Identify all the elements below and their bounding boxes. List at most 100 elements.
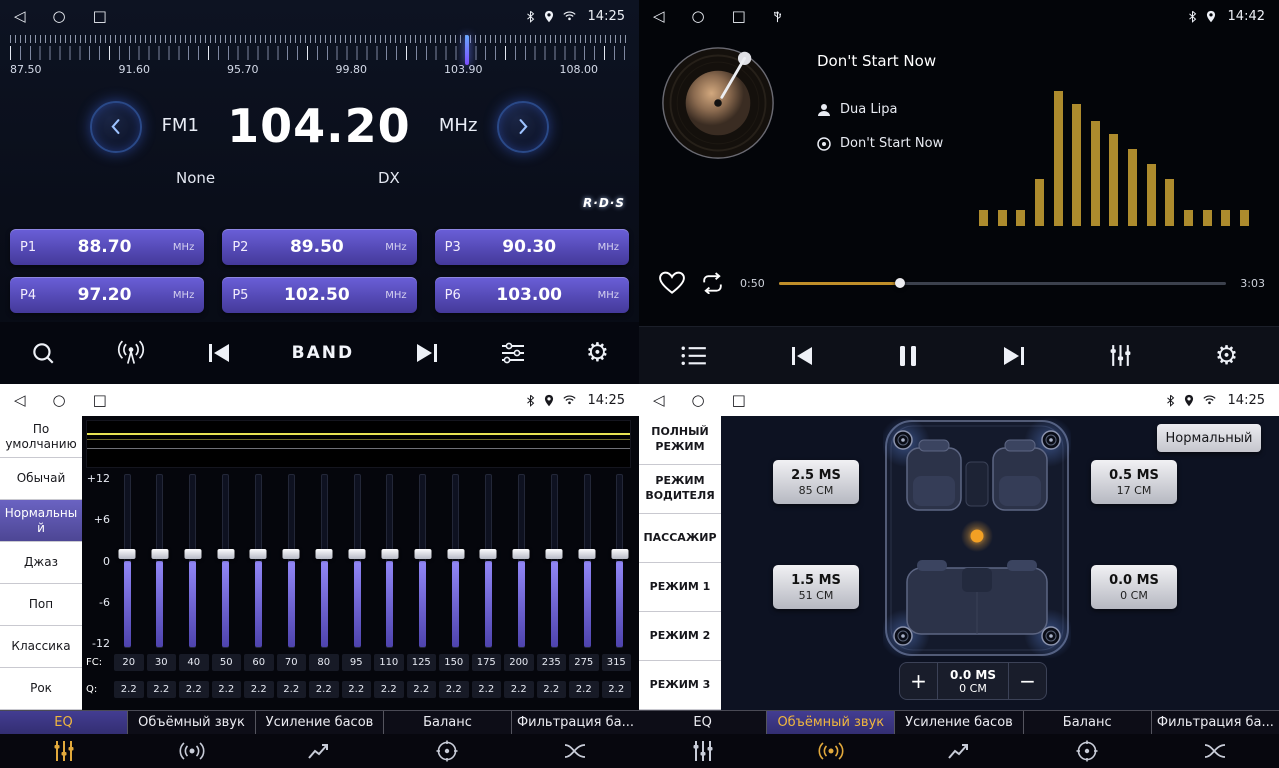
delay-decrease-button[interactable]: −: [1008, 663, 1046, 699]
tab-balance[interactable]: Баланс: [1024, 711, 1152, 734]
tab-surround-sound[interactable]: Объёмный звук: [767, 711, 895, 734]
scan-icon[interactable]: [30, 340, 56, 366]
surround-mode-item[interactable]: ПОЛНЫЙ РЕЖИМ: [639, 416, 721, 465]
balance-tab-icon[interactable]: [383, 734, 511, 768]
surround-mode-item[interactable]: РЕЖИМ 1: [639, 563, 721, 612]
eq-band-slider[interactable]: [346, 474, 368, 648]
recents-icon[interactable]: □: [732, 393, 746, 408]
prev-track-icon[interactable]: [789, 345, 815, 367]
back-icon[interactable]: ◁: [14, 393, 26, 408]
tuner-scale[interactable]: 87.5091.6095.7099.80103.90108.00: [10, 35, 629, 87]
preset-button-p5[interactable]: P5102.50MHz: [222, 277, 416, 313]
tab-bass-boost[interactable]: Усиление басов: [256, 711, 384, 734]
slider-handle[interactable]: [283, 549, 300, 559]
tune-up-button[interactable]: [497, 101, 549, 153]
eq-band-slider[interactable]: [609, 474, 631, 648]
bass-boost-tab-icon[interactable]: [256, 734, 384, 768]
tune-down-button[interactable]: [90, 101, 142, 153]
equalizer-icon[interactable]: [1108, 343, 1133, 368]
eq-band-slider[interactable]: [576, 474, 598, 648]
next-track-icon[interactable]: [1001, 345, 1027, 367]
broadcast-icon[interactable]: [116, 340, 146, 366]
slider-handle[interactable]: [513, 549, 530, 559]
band-button[interactable]: BAND: [292, 343, 354, 363]
back-icon[interactable]: ◁: [653, 393, 665, 408]
eq-band-slider[interactable]: [182, 474, 204, 648]
slider-handle[interactable]: [250, 549, 267, 559]
bass-boost-tab-icon[interactable]: [895, 734, 1023, 768]
recents-icon[interactable]: □: [93, 9, 107, 24]
delay-rear-left-button[interactable]: 1.5 MS 51 CM: [773, 565, 859, 609]
slider-handle[interactable]: [381, 549, 398, 559]
slider-handle[interactable]: [611, 549, 628, 559]
eq-band-slider[interactable]: [149, 474, 171, 648]
eq-band-slider[interactable]: [543, 474, 565, 648]
eq-band-slider[interactable]: [215, 474, 237, 648]
eq-preset-item[interactable]: Обычай: [0, 458, 82, 500]
eq-band-slider[interactable]: [280, 474, 302, 648]
slider-handle[interactable]: [546, 549, 563, 559]
tab-surround-sound[interactable]: Объёмный звук: [128, 711, 256, 734]
pause-icon[interactable]: [897, 344, 919, 368]
tab-eq[interactable]: EQ: [639, 711, 767, 734]
tab-eq[interactable]: EQ: [0, 711, 128, 734]
eq-preset-item[interactable]: По умолчанию: [0, 416, 82, 458]
slider-handle[interactable]: [316, 549, 333, 559]
eq-preset-item[interactable]: Нормальный: [0, 500, 82, 542]
recents-icon[interactable]: □: [93, 393, 107, 408]
seek-bar[interactable]: [779, 282, 1227, 285]
crossover-filter-tab-icon[interactable]: [1151, 734, 1279, 768]
preset-button-p2[interactable]: P289.50MHz: [222, 229, 416, 265]
eq-band-slider[interactable]: [477, 474, 499, 648]
slider-handle[interactable]: [184, 549, 201, 559]
surround-preset-button[interactable]: Нормальный: [1157, 424, 1261, 452]
settings-gear-icon[interactable]: ⚙: [586, 340, 609, 366]
eq-tab-icon[interactable]: [0, 734, 128, 768]
audio-settings-icon[interactable]: [500, 342, 526, 364]
tab-filter[interactable]: Фильтрация ба...: [512, 711, 639, 734]
eq-preset-item[interactable]: Рок: [0, 668, 82, 710]
slider-handle[interactable]: [447, 549, 464, 559]
balance-tab-icon[interactable]: [1023, 734, 1151, 768]
crossover-filter-tab-icon[interactable]: [511, 734, 639, 768]
repeat-icon[interactable]: [699, 272, 726, 295]
preset-button-p3[interactable]: P390.30MHz: [435, 229, 629, 265]
back-icon[interactable]: ◁: [14, 9, 26, 24]
delay-front-left-button[interactable]: 2.5 MS 85 CM: [773, 460, 859, 504]
seek-thumb[interactable]: [895, 278, 905, 288]
slider-handle[interactable]: [480, 549, 497, 559]
preset-button-p1[interactable]: P188.70MHz: [10, 229, 204, 265]
surround-mode-item[interactable]: РЕЖИМ ВОДИТЕЛЯ: [639, 465, 721, 514]
home-icon[interactable]: ○: [53, 9, 66, 24]
surround-mode-item[interactable]: РЕЖИМ 3: [639, 661, 721, 710]
eq-preset-item[interactable]: Джаз: [0, 542, 82, 584]
slider-handle[interactable]: [414, 549, 431, 559]
eq-preset-item[interactable]: Классика: [0, 626, 82, 668]
home-icon[interactable]: ○: [692, 9, 705, 24]
tab-bass-boost[interactable]: Усиление басов: [895, 711, 1023, 734]
slider-handle[interactable]: [579, 549, 596, 559]
eq-preset-item[interactable]: Поп: [0, 584, 82, 626]
eq-band-slider[interactable]: [412, 474, 434, 648]
prev-station-icon[interactable]: [206, 342, 232, 364]
back-icon[interactable]: ◁: [653, 9, 665, 24]
home-icon[interactable]: ○: [692, 393, 705, 408]
preset-button-p4[interactable]: P497.20MHz: [10, 277, 204, 313]
eq-band-slider[interactable]: [313, 474, 335, 648]
slider-handle[interactable]: [217, 549, 234, 559]
eq-band-slider[interactable]: [116, 474, 138, 648]
surround-mode-item[interactable]: РЕЖИМ 2: [639, 612, 721, 661]
slider-handle[interactable]: [349, 549, 366, 559]
delay-front-right-button[interactable]: 0.5 MS 17 CM: [1091, 460, 1177, 504]
slider-handle[interactable]: [151, 549, 168, 559]
tab-balance[interactable]: Баланс: [384, 711, 512, 734]
eq-band-slider[interactable]: [445, 474, 467, 648]
eq-band-slider[interactable]: [379, 474, 401, 648]
delay-rear-right-button[interactable]: 0.0 MS 0 CM: [1091, 565, 1177, 609]
favorite-icon[interactable]: [659, 271, 685, 295]
preset-button-p6[interactable]: P6103.00MHz: [435, 277, 629, 313]
eq-band-slider[interactable]: [247, 474, 269, 648]
eq-band-slider[interactable]: [510, 474, 532, 648]
tab-filter[interactable]: Фильтрация ба...: [1152, 711, 1279, 734]
home-icon[interactable]: ○: [53, 393, 66, 408]
